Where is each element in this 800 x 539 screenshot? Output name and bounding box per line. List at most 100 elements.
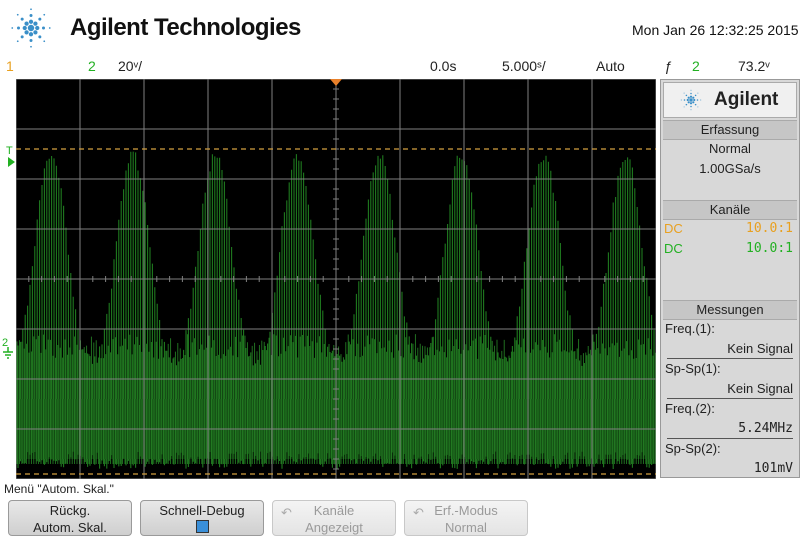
- spark-dot: [686, 98, 689, 102]
- spark-dot: [683, 99, 686, 101]
- spark-dot: [43, 13, 46, 16]
- spark-dot: [33, 30, 38, 35]
- softkey-label: Kanäle: [313, 503, 355, 518]
- spark-dot: [700, 99, 702, 101]
- meas-vpp2-label: Sp-Sp(2):: [665, 441, 721, 456]
- spark-dot: [689, 98, 693, 102]
- spark-dot: [694, 94, 697, 97]
- spark-dot: [685, 94, 688, 97]
- header: Agilent Technologies Mon Jan 26 12:32:25…: [0, 0, 800, 58]
- trigger-edge-icon: ƒ: [664, 58, 672, 74]
- meas-freq1-label: Freq.(1):: [665, 321, 715, 336]
- menu-title: Menü "Autom. Skal.": [4, 482, 114, 496]
- spark-dot: [689, 95, 693, 98]
- channels-header: Kanäle: [663, 200, 797, 220]
- spark-dot: [43, 40, 46, 43]
- horizontal-delay: 0.0s: [430, 58, 457, 74]
- spark-dot: [48, 27, 51, 29]
- spark-dot: [685, 103, 688, 106]
- status-bar: 1 2 20ᵛ/ 0.0s 5.000ˢ/ Auto ƒ 2 73.2ᵛ: [0, 58, 800, 78]
- divider: [667, 398, 793, 399]
- spark-dot: [33, 21, 38, 26]
- trigger-source: 2: [692, 58, 700, 74]
- acquisition-header: Erfassung: [663, 120, 797, 140]
- spark-dot: [30, 8, 32, 11]
- meas-vpp1-label: Sp-Sp(1):: [665, 361, 721, 376]
- ground-icon: [3, 347, 13, 359]
- ch1-indicator[interactable]: 1: [6, 58, 14, 74]
- spark-dot: [24, 30, 29, 35]
- timebase: 5.000ˢ/: [502, 58, 546, 74]
- trigger-level-marker[interactable]: T: [6, 145, 13, 157]
- datetime: Mon Jan 26 12:32:25 2015: [632, 22, 799, 38]
- spark-dot: [694, 103, 697, 106]
- agilent-spark-icon: [11, 8, 51, 48]
- left-markers: T 2: [0, 79, 16, 479]
- side-panel: Agilent Erfassung Normal 1.00GSa/s Kanäl…: [660, 79, 800, 478]
- spark-dot: [20, 17, 24, 21]
- acquisition-mode: Normal: [709, 141, 751, 156]
- spark-dot: [22, 25, 27, 31]
- trigger-mode: Auto: [596, 58, 625, 74]
- softkey-quick-debug[interactable]: Schnell-Debug: [140, 500, 264, 536]
- spark-dot: [27, 24, 35, 32]
- brand-title: Agilent Technologies: [70, 14, 301, 41]
- spark-dot: [28, 19, 34, 24]
- ch1-coupling: DC: [664, 221, 683, 236]
- measurements-header: Messungen: [663, 300, 797, 320]
- spark-dot: [42, 26, 45, 30]
- spark-dot: [38, 17, 42, 21]
- spark-dot: [683, 106, 685, 108]
- execute-icon: [196, 520, 209, 533]
- meas-freq2-value: 5.24MHz: [738, 421, 793, 436]
- softkey-label: Angezeigt: [305, 520, 363, 535]
- spark-dot: [28, 32, 34, 37]
- trigger-arrow-icon: [8, 157, 15, 167]
- divider: [667, 438, 793, 439]
- spark-dot: [692, 96, 695, 99]
- ch2-coupling: DC: [664, 241, 683, 256]
- softkey-label: Erf.-Modus: [434, 503, 498, 518]
- divider: [667, 358, 793, 359]
- ch2-indicator[interactable]: 2: [88, 58, 96, 74]
- spark-dot: [683, 92, 685, 94]
- ch2-scale: 20ᵛ/: [118, 58, 142, 74]
- spark-dot: [680, 99, 682, 101]
- softkey-label: Schnell-Debug: [159, 503, 245, 518]
- spark-dot: [29, 39, 33, 42]
- spark-dot: [35, 25, 40, 31]
- softkey-channels-displayed[interactable]: ↶ Kanäle Angezeigt: [272, 500, 396, 536]
- waveform-display[interactable]: [16, 79, 656, 479]
- logo-text: Agilent: [714, 89, 779, 110]
- ch2-probe: 10.0:1: [746, 241, 793, 256]
- meas-vpp1-value: Kein Signal: [727, 381, 793, 396]
- spark-dot: [38, 35, 42, 39]
- spark-dot: [24, 21, 29, 26]
- spark-dot: [690, 92, 692, 95]
- spark-dot: [687, 101, 690, 104]
- spark-dot: [697, 92, 699, 94]
- meas-vpp2-value: 101mV: [753, 461, 793, 476]
- spark-dot: [690, 105, 692, 108]
- softkey-label: Autom. Skal.: [33, 520, 107, 535]
- meas-freq2-label: Freq.(2):: [665, 401, 715, 416]
- ch1-probe: 10.0:1: [746, 221, 793, 236]
- spark-dot: [11, 27, 14, 29]
- trigger-level: 73.2ᵛ: [738, 58, 770, 74]
- spark-dot: [690, 109, 692, 111]
- spark-dot: [20, 35, 24, 39]
- agilent-logo-icon: [680, 89, 702, 111]
- spark-dot: [689, 102, 693, 105]
- spark-dot: [697, 106, 699, 108]
- meas-freq1-value: Kein Signal: [727, 341, 793, 356]
- softkey-label: Rückg.: [49, 503, 91, 518]
- spark-dot: [30, 45, 32, 48]
- spark-dot: [687, 96, 690, 99]
- spark-dot: [16, 40, 19, 43]
- softkey-undo-autoscale[interactable]: Rückg. Autom. Skal.: [8, 500, 132, 536]
- waveform-svg: [16, 79, 656, 479]
- spark-dot: [690, 89, 692, 91]
- spark-dot: [16, 13, 19, 16]
- softkey-acq-mode[interactable]: ↶ Erf.-Modus Normal: [404, 500, 528, 536]
- trigger-position-icon: [330, 79, 342, 86]
